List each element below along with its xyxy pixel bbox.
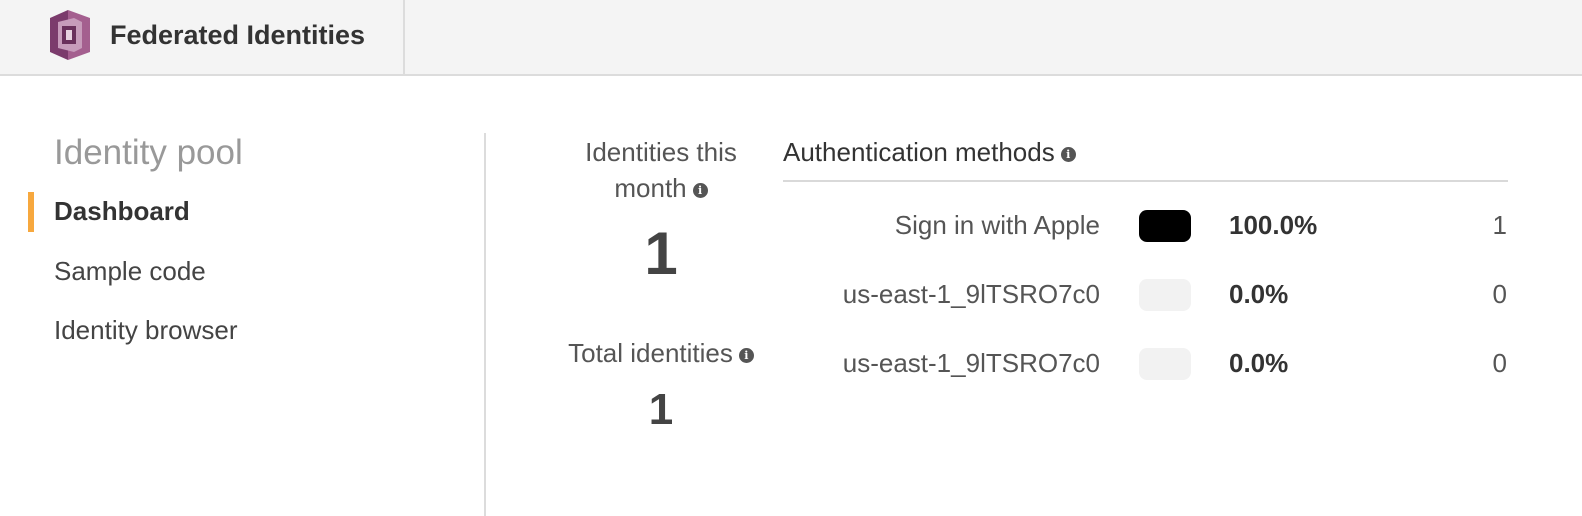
info-icon[interactable]: i	[1060, 146, 1076, 162]
auth-methods-title-text: Authentication methods	[783, 137, 1055, 167]
info-icon[interactable]: i	[738, 347, 754, 363]
sidebar-title: Identity pool	[54, 133, 243, 172]
brand[interactable]: Federated Identities	[0, 0, 405, 74]
total-identities-label: Total identities i	[550, 335, 772, 371]
auth-method-percent: 0.0%	[1229, 279, 1289, 309]
auth-method-swatch	[1139, 210, 1191, 242]
auth-method-name: us-east-1_9lTSRO7c0	[842, 279, 1100, 309]
auth-method-name: us-east-1_9lTSRO7c0	[842, 348, 1100, 378]
auth-method-percent: 0.0%	[1229, 348, 1289, 378]
auth-method-count: 1	[1492, 210, 1507, 240]
vertical-divider	[484, 133, 486, 516]
auth-method-count: 0	[1492, 348, 1507, 378]
auth-method-percent: 100.0%	[1229, 210, 1318, 240]
auth-method-name: Sign in with Apple	[894, 210, 1100, 240]
auth-method-swatch	[1139, 279, 1191, 311]
info-icon[interactable]: i	[692, 182, 708, 198]
auth-method-count: 0	[1492, 279, 1507, 309]
identities-month-label: Identities this month i	[550, 134, 772, 206]
identities-month-value: 1	[644, 220, 678, 287]
auth-divider	[783, 180, 1508, 182]
auth-methods-title: Authentication methods i	[783, 137, 1076, 168]
sidebar-item-identity-browser[interactable]: Identity browser	[54, 315, 238, 346]
auth-method-swatch	[1139, 348, 1191, 380]
sidebar-item-sample-code[interactable]: Sample code	[54, 256, 206, 287]
app-title: Federated Identities	[110, 20, 366, 50]
active-indicator	[28, 192, 34, 232]
identities-month-label-line2: month	[614, 173, 687, 203]
total-identities-label-text: Total identities	[568, 338, 733, 368]
sidebar-item-dashboard[interactable]: Dashboard	[54, 196, 190, 227]
identities-month-label-line1: Identities this	[585, 137, 737, 167]
cognito-logo-icon	[50, 10, 90, 60]
total-identities-value: 1	[648, 385, 674, 434]
top-bar: Federated Identities	[0, 0, 1582, 76]
